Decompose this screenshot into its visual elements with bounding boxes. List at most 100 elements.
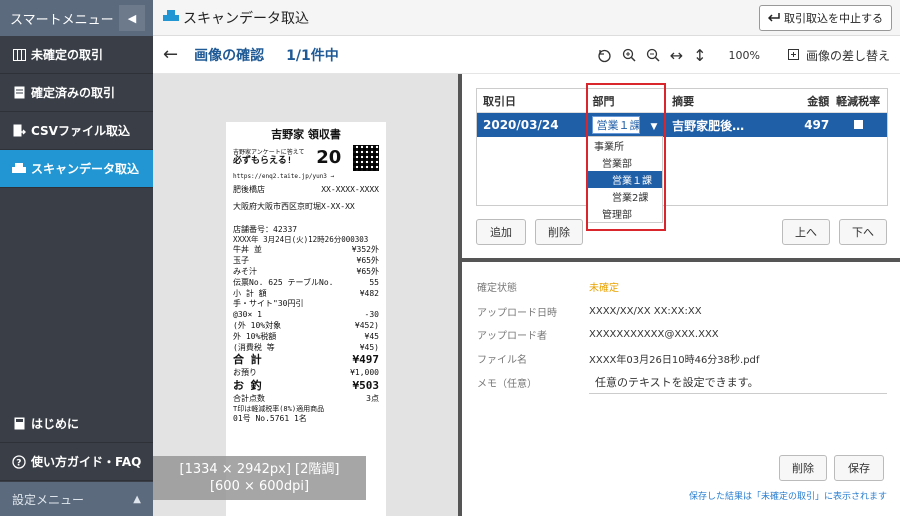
sidebar-header: スマートメニュー ◀ (0, 0, 153, 36)
reduced-tax-checkbox[interactable] (829, 118, 887, 132)
highlight-frame (586, 83, 666, 231)
sidebar-item-scan-import[interactable]: スキャンデータ取込 (0, 150, 153, 188)
svg-text:?: ? (16, 458, 21, 468)
receipt-promo-text: 吉野家アンケートに答えて (233, 148, 305, 156)
table-row[interactable]: 2020/03/24 営業１課 ▼ 吉野家肥後… 497 (477, 113, 887, 137)
fit-height-icon[interactable]: ↕ (693, 46, 706, 65)
save-button[interactable]: 保存 (834, 455, 884, 481)
transaction-table: 取引日 部門 摘要 金額 軽減税率 2020/03/24 営業１課 ▼ 吉野家肥後… (476, 88, 888, 206)
collapse-sidebar-button[interactable]: ◀ (119, 5, 145, 31)
image-info-badge: [1334 × 2942px] [2階調] [600 × 600dpi] (153, 456, 366, 500)
horizontal-splitter[interactable] (462, 258, 900, 262)
receipt-line-value: ¥45) (359, 342, 379, 352)
delete-row-button[interactable]: 削除 (535, 219, 583, 245)
receipt-line-label: みそ汁 (233, 267, 257, 277)
receipt-shop: 吉野家 領収書 (271, 128, 341, 141)
receipt-lines: 牛丼 並 ¥352外 玉子 ¥65外 みそ汁 ¥65外伝票No. 625 テーブルNo. 5… (233, 245, 379, 404)
receipt-line-label: 伝票No. 625 テーブルNo. (233, 277, 334, 287)
receipt-datetime: XXXX年 3月24日(火)12時26分000303 (233, 235, 369, 245)
sidebar-item-unconfirmed[interactable]: 未確定の取引 (0, 36, 153, 74)
receipt-line: (消費税 等 ¥45) (233, 343, 379, 354)
sidebar-bottom: はじめに ? 使い方ガイド・FAQ (0, 405, 153, 481)
sidebar-item-label: 未確定の取引 (31, 48, 104, 62)
status-badge: 未確定 (589, 282, 619, 294)
receipt-line: 小 計 額 ¥482 (233, 289, 379, 300)
receipt-promo-number: 20 (316, 146, 342, 168)
receipt-line-value: ¥497 (352, 353, 380, 367)
cell-date[interactable]: 2020/03/24 (477, 118, 586, 132)
rotate-icon[interactable] (597, 48, 612, 63)
move-up-button[interactable]: 上へ (782, 219, 830, 245)
receipt-line: 合 計 ¥497 (233, 353, 379, 368)
detail-memo: メモ（任意） (477, 372, 589, 392)
replace-image-label: 画像の差し替え (805, 48, 890, 63)
receipt-line-value: 55 (369, 277, 379, 287)
page-count: 1/1件中 (286, 47, 339, 64)
sidebar-item-label: 使い方ガイド・FAQ (31, 455, 142, 469)
sidebar-item-label: 確定済みの取引 (31, 86, 116, 100)
vertical-splitter[interactable] (458, 74, 462, 516)
receipt-line: 伝票No. 625 テーブルNo. 55 (233, 278, 379, 289)
scanner-icon (12, 162, 26, 176)
zoom-level: 100% (728, 48, 760, 62)
image-preview-pane[interactable]: 吉野家 領収書 吉野家アンケートに答えて 必ずもらえる! 20 https://… (153, 74, 458, 516)
back-arrow-icon[interactable]: ← (163, 44, 178, 65)
replace-image-button[interactable]: 画像の差し替え (787, 47, 890, 64)
delete-button[interactable]: 削除 (779, 455, 827, 481)
sidebar-item-guide[interactable]: ? 使い方ガイド・FAQ (0, 443, 153, 481)
sidebar-item-label: スキャンデータ取込 (31, 162, 140, 176)
save-note-link[interactable]: 保存した結果は「未確定の取引」に表示されます (689, 489, 887, 502)
receipt-line-label: お預り (233, 368, 257, 378)
receipt-line-value: ¥65外 (356, 267, 379, 277)
receipt-line-value: ¥1,000 (350, 368, 379, 378)
zoom-out-icon[interactable] (646, 48, 660, 62)
receipt-address: 大阪府大阪市西区京町堀X-XX-XX (233, 201, 355, 211)
receipt-line-value: ¥482 (359, 288, 379, 298)
receipt-line-label: お 釣 (233, 379, 262, 393)
add-button[interactable]: 追加 (476, 219, 526, 245)
qr-code-icon (353, 144, 379, 171)
return-icon (767, 12, 780, 25)
page-title: 画像の確認 (194, 47, 265, 64)
top-bar-title: スキャンデータ取込 (183, 10, 309, 27)
receipt-url: https://enq2.taite.jp/yun3 → (233, 172, 335, 180)
image-size-info: [1334 × 2942px] [2階調] (179, 462, 340, 477)
receipt-line-label: 合 計 (233, 353, 262, 367)
receipt-line: 手・サイト"30円引 (233, 299, 379, 310)
receipt-line-value: ¥352外 (351, 245, 379, 255)
sidebar-item-label: CSVファイル取込 (31, 124, 130, 138)
receipt-line-value: 3点 (366, 393, 379, 403)
move-down-button[interactable]: 下へ (839, 219, 887, 245)
detail-label: アップロード者 (477, 330, 547, 342)
image-toolbar: ↔ ↕ 100% 画像の差し替え (587, 36, 890, 74)
receipt-line-value: -30 (364, 310, 379, 320)
receipt-line: 牛丼 並 ¥352外 (233, 245, 379, 256)
col-header-date: 取引日 (483, 94, 516, 108)
sidebar-item-csv-import[interactable]: CSVファイル取込 (0, 112, 153, 150)
sidebar-item-label: はじめに (31, 417, 80, 431)
receipt-line-label: 合計点数 (233, 393, 265, 403)
sidebar-item-confirmed[interactable]: 確定済みの取引 (0, 74, 153, 112)
columns-icon (12, 48, 26, 62)
replace-image-icon (787, 47, 801, 63)
receipt-line-label: @30× 1 (233, 310, 262, 320)
cell-description[interactable]: 吉野家肥後… (668, 117, 781, 134)
receipt-promo-headline: 必ずもらえる! (233, 156, 293, 167)
sub-header: ← 画像の確認 1/1件中 ↔ ↕ 100% 画像の差し替え (153, 36, 900, 74)
receipt-line-label: 外 10%税額 (233, 331, 277, 341)
receipt-line-label: 牛丼 並 (233, 245, 262, 255)
receipt-line-label: (消費税 等 (233, 342, 275, 352)
detail-value: XXXX年03月26日10時46分38秒.pdf (589, 354, 760, 366)
cell-amount[interactable]: 497 (782, 118, 829, 132)
fit-width-icon[interactable]: ↔ (670, 46, 683, 65)
receipt-line: @30× 1 -30 (233, 310, 379, 321)
receipt-line: 玉子 ¥65外 (233, 256, 379, 267)
receipt-line-label: 手・サイト"30円引 (233, 299, 304, 309)
sidebar-item-intro[interactable]: はじめに (0, 405, 153, 443)
zoom-in-icon[interactable] (622, 48, 636, 62)
receipt-footnote: T印は軽減税率(8%)適用商品 (233, 404, 325, 413)
receipt-branch-row: 肥後橋店 XX-XXXX-XXXX (233, 185, 379, 196)
stop-import-button[interactable]: 取引取込を中止する (759, 5, 892, 31)
memo-input[interactable]: 任意のテキストを設定できます。 (589, 370, 887, 394)
settings-menu[interactable]: 設定メニュー ▲ (0, 482, 153, 516)
